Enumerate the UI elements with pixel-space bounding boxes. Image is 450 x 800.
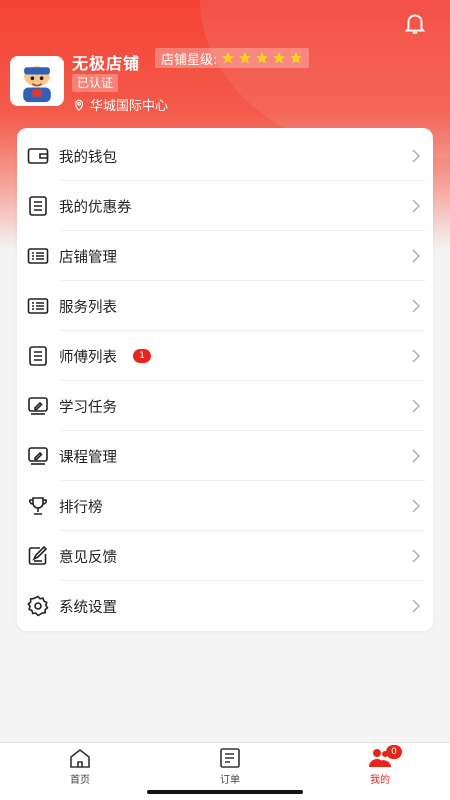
- chevron-right-icon: [412, 549, 420, 563]
- menu-item-course-management[interactable]: 课程管理: [17, 431, 433, 481]
- worker-list-icon: [25, 343, 51, 369]
- menu-item-wallet[interactable]: 我的钱包: [17, 131, 433, 181]
- menu-item-settings[interactable]: 系统设置: [17, 581, 433, 631]
- certified-badge: 已认证: [72, 74, 119, 92]
- chevron-right-icon: [412, 149, 420, 163]
- star-rating: [221, 51, 303, 65]
- shop-avatar[interactable]: [10, 56, 64, 106]
- chevron-right-icon: [412, 199, 420, 213]
- home-indicator: [147, 790, 303, 794]
- tab-profile[interactable]: 0 我的: [350, 745, 410, 791]
- menu-item-leaderboard[interactable]: 排行榜: [17, 481, 433, 531]
- star-icon: [290, 52, 303, 64]
- study-task-icon: [25, 393, 51, 419]
- menu-card: 我的钱包 我的优惠券 店铺管理 服务列表 师傅列表 1 学习任务 课程管理 排行…: [17, 128, 433, 631]
- location-text: 华城国际中心: [90, 99, 169, 114]
- notification-badge: 1: [133, 349, 151, 363]
- tab-label: 首页: [70, 775, 90, 786]
- menu-item-label: 意见反馈: [59, 549, 117, 566]
- menu-item-store-management[interactable]: 店铺管理: [17, 231, 433, 281]
- star-rating-label: 店铺星级:: [161, 52, 218, 68]
- order-icon: [220, 748, 240, 768]
- star-icon: [222, 52, 235, 64]
- profile-badge: 0: [386, 745, 402, 759]
- menu-item-label: 课程管理: [59, 449, 117, 466]
- menu-item-label: 店铺管理: [59, 249, 117, 266]
- menu-item-label: 我的优惠券: [59, 199, 132, 216]
- chevron-right-icon: [412, 249, 420, 263]
- menu-item-label: 我的钱包: [59, 149, 117, 166]
- notification-bell-icon[interactable]: [402, 10, 428, 36]
- tab-orders[interactable]: 订单: [200, 747, 260, 791]
- menu-item-label: 学习任务: [59, 399, 117, 416]
- home-icon: [70, 748, 90, 768]
- tab-label: 订单: [220, 775, 240, 786]
- menu-item-label: 服务列表: [59, 299, 117, 316]
- tab-label: 我的: [370, 775, 390, 786]
- chevron-right-icon: [412, 599, 420, 613]
- chevron-right-icon: [412, 399, 420, 413]
- menu-item-label: 排行榜: [59, 499, 103, 516]
- shop-location: 华城国际中心: [72, 95, 168, 114]
- chevron-right-icon: [412, 449, 420, 463]
- menu-item-label: 师傅列表: [59, 349, 117, 366]
- menu-item-worker-list[interactable]: 师傅列表 1: [17, 331, 433, 381]
- shop-name: 无极店铺: [72, 54, 141, 73]
- chevron-right-icon: [412, 349, 420, 363]
- chevron-right-icon: [412, 299, 420, 313]
- star-icon: [256, 52, 269, 64]
- feedback-icon: [25, 543, 51, 569]
- star-rating-box: 店铺星级:: [155, 48, 310, 68]
- star-icon: [239, 52, 252, 64]
- trophy-icon: [25, 493, 51, 519]
- coupon-list-icon: [25, 193, 51, 219]
- menu-item-study-tasks[interactable]: 学习任务: [17, 381, 433, 431]
- location-pin-icon: [74, 99, 84, 111]
- menu-item-feedback[interactable]: 意见反馈: [17, 531, 433, 581]
- menu-item-label: 系统设置: [59, 599, 117, 616]
- chevron-right-icon: [412, 499, 420, 513]
- menu-item-service-list[interactable]: 服务列表: [17, 281, 433, 331]
- service-list-icon: [25, 293, 51, 319]
- menu-item-coupons[interactable]: 我的优惠券: [17, 181, 433, 231]
- course-icon: [25, 443, 51, 469]
- wallet-icon: [25, 143, 51, 169]
- star-icon: [273, 52, 286, 64]
- store-list-icon: [25, 243, 51, 269]
- tab-home[interactable]: 首页: [50, 747, 110, 791]
- settings-gear-icon: [25, 593, 51, 619]
